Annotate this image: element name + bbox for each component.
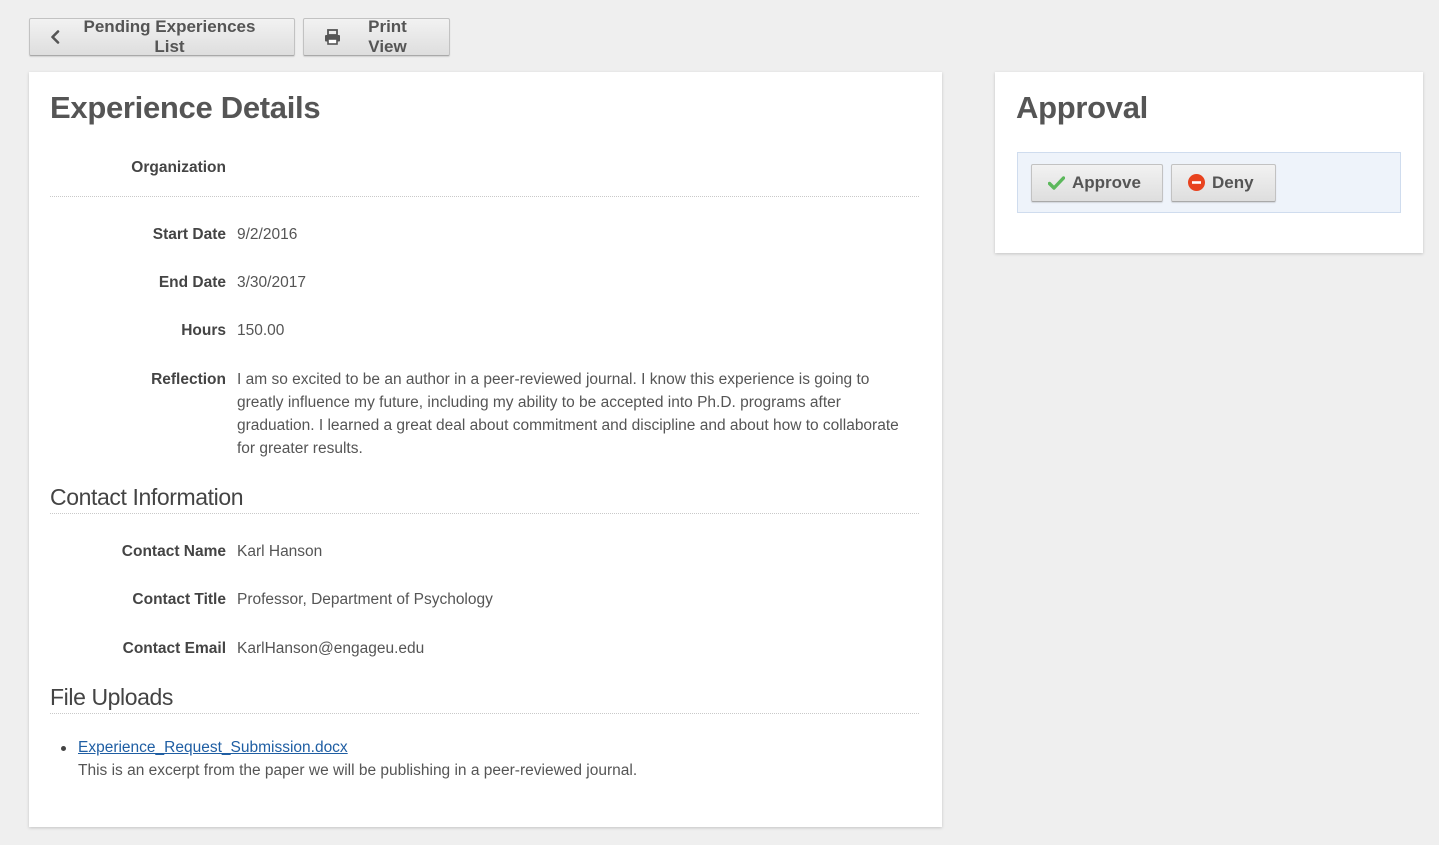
start-date-label: Start Date <box>152 226 226 243</box>
divider <box>50 513 919 514</box>
chevron-left-icon <box>50 30 60 44</box>
print-view-button[interactable]: Print View <box>303 17 450 56</box>
file-description: This is an excerpt from the paper we wil… <box>78 762 638 779</box>
deny-label: Deny <box>1212 172 1254 192</box>
experience-details-card: Experience Details Organization Start Da… <box>29 72 942 827</box>
printer-icon <box>324 29 341 45</box>
divider <box>50 196 919 197</box>
hours-value: 150.00 <box>237 322 285 339</box>
start-date-value: 9/2/2016 <box>237 226 298 243</box>
minus-circle-icon <box>1188 174 1205 191</box>
contact-name-value: Karl Hanson <box>237 543 323 560</box>
end-date-label: End Date <box>158 274 226 291</box>
reflection-label: Reflection <box>151 371 226 388</box>
file-uploads-list: Experience_Request_Submission.docx This … <box>60 736 638 782</box>
organization-label: Organization <box>131 159 226 176</box>
approval-actions: Approve Deny <box>1017 152 1401 213</box>
contact-title-label: Contact Title <box>132 591 226 608</box>
hours-label: Hours <box>181 322 226 339</box>
approval-title: Approval <box>1016 90 1148 125</box>
pending-experiences-list-button[interactable]: Pending Experiences List <box>29 17 295 56</box>
end-date-value: 3/30/2017 <box>237 274 306 291</box>
divider <box>50 713 919 714</box>
toolbar: Pending Experiences List Print View <box>29 17 450 56</box>
contact-title-value: Professor, Department of Psychology <box>237 591 493 608</box>
print-view-label: Print View <box>368 17 407 56</box>
approve-label: Approve <box>1072 172 1141 192</box>
file-uploads-heading: File Uploads <box>50 684 174 710</box>
contact-email-label: Contact Email <box>122 640 226 657</box>
approve-button[interactable]: Approve <box>1031 163 1163 202</box>
file-link[interactable]: Experience_Request_Submission.docx <box>78 739 348 756</box>
contact-email-value: KarlHanson@engageu.edu <box>237 640 425 657</box>
contact-information-heading: Contact Information <box>50 484 244 510</box>
pending-experiences-list-label: Pending Experiences List <box>83 17 256 56</box>
list-item: Experience_Request_Submission.docx This … <box>60 736 638 782</box>
contact-name-label: Contact Name <box>121 543 226 560</box>
approval-card: Approval Approve Deny <box>995 72 1423 253</box>
experience-details-title: Experience Details <box>50 90 321 125</box>
deny-button[interactable]: Deny <box>1171 163 1276 202</box>
reflection-value: I am so excited to be an author in a pee… <box>237 371 899 457</box>
check-icon <box>1048 175 1065 190</box>
